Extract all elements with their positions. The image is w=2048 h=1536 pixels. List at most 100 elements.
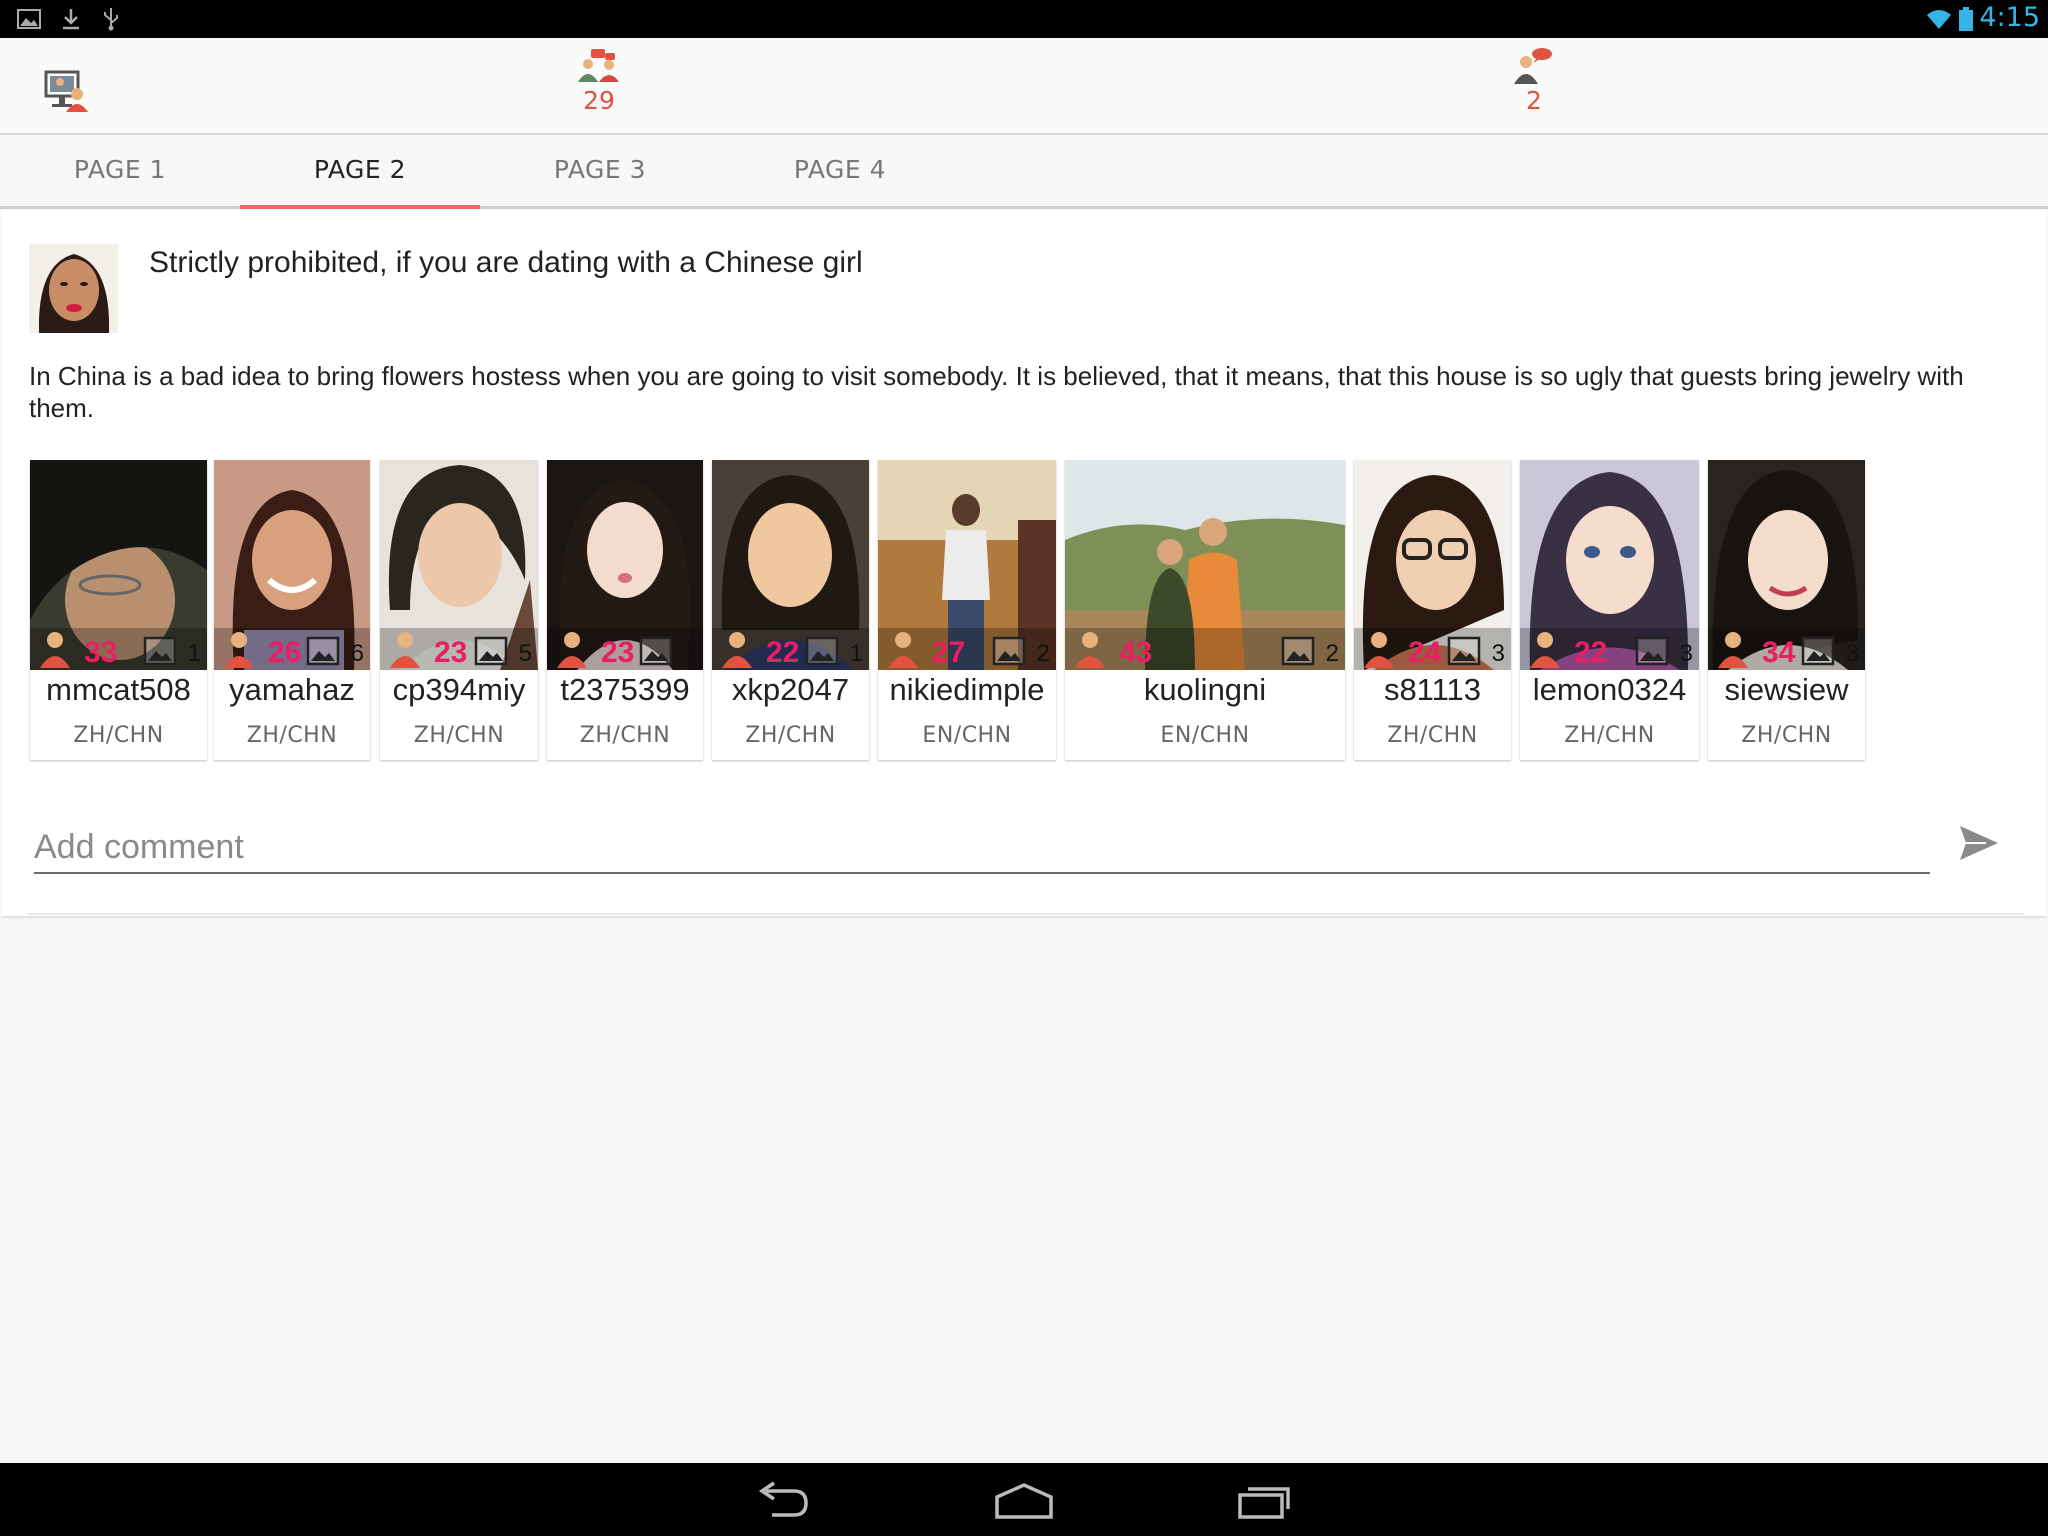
group-chat-count: 29	[583, 86, 615, 115]
battery-icon	[1959, 7, 1973, 31]
user-age: 22	[1574, 636, 1608, 669]
post-body: In China is a bad idea to bring flowers …	[29, 361, 1964, 423]
photo-count-icon	[1801, 636, 1835, 666]
user-stats-bar: 22 1	[712, 628, 869, 670]
age-user-icon	[40, 632, 70, 668]
user-photo-count: 1	[187, 640, 201, 667]
user-card-lemon0324[interactable]: 22 3 lemon0324 ZH/CHN	[1520, 460, 1699, 760]
tab-page-3[interactable]: PAGE 3	[480, 135, 720, 206]
photo-count-icon	[805, 636, 839, 666]
user-name: xkp2047	[731, 672, 850, 707]
user-card-cp394miy[interactable]: 23 5 cp394miy ZH/CHN	[380, 460, 538, 760]
user-language: ZH/CHN	[413, 723, 505, 748]
user-photo-count: 1	[683, 640, 697, 667]
page-tabs: PAGE 1 PAGE 2 PAGE 3 PAGE 4	[0, 135, 2048, 209]
user-stats-bar: 33 1	[30, 628, 207, 670]
user-card-xkp2047[interactable]: 22 1 xkp2047 ZH/CHN	[712, 460, 869, 760]
user-card-mmcat508[interactable]: 33 1 mmcat508 ZH/CHN	[30, 460, 207, 760]
send-comment-button[interactable]	[1956, 820, 2002, 866]
messages-count: 2	[1526, 86, 1542, 115]
post-author-avatar[interactable]	[29, 244, 118, 333]
user-name: cp394miy	[392, 672, 526, 707]
usb-icon	[104, 8, 118, 31]
user-stats-bar: 27 2	[878, 628, 1056, 670]
message-user-icon	[1514, 48, 1552, 84]
user-age: 22	[766, 636, 800, 669]
user-photo-count: 3	[1845, 640, 1859, 667]
broadcast-users-icon	[44, 70, 88, 112]
user-name: s81113	[1383, 672, 1482, 707]
top-header: 29 2	[0, 38, 2048, 135]
image-icon	[17, 9, 41, 29]
messages-button[interactable]: 2	[1504, 46, 1564, 115]
user-age: 23	[601, 636, 635, 669]
status-time: 4:15	[1979, 2, 2040, 33]
user-name: yamahaz	[229, 672, 355, 707]
age-user-icon	[1364, 632, 1394, 668]
photo-count-icon	[143, 636, 177, 666]
user-language: ZH/CHN	[1564, 723, 1655, 748]
user-age: 27	[932, 636, 966, 669]
post-card: Strictly prohibited, if you are dating w…	[2, 210, 2046, 918]
back-icon[interactable]	[750, 1481, 812, 1521]
tab-page-4[interactable]: PAGE 4	[720, 135, 960, 206]
wifi-icon	[1927, 10, 1951, 29]
tab-page-2[interactable]: PAGE 2	[240, 135, 480, 209]
user-stats-bar: 22 3	[1520, 628, 1699, 670]
user-stats-bar: 34 3	[1708, 628, 1865, 670]
photo-count-icon	[639, 636, 673, 666]
tab-page-1[interactable]: PAGE 1	[0, 135, 240, 206]
user-age: 26	[268, 636, 302, 669]
user-photo-count: 1	[849, 640, 863, 667]
user-card-nikiedimple[interactable]: 27 2 nikiedimple EN/CHN	[878, 460, 1056, 760]
photo-count-icon	[306, 636, 340, 666]
home-icon[interactable]	[993, 1481, 1055, 1521]
age-user-icon	[1718, 632, 1748, 668]
user-stats-bar: 23 1	[547, 628, 703, 670]
age-user-icon	[888, 632, 918, 668]
user-age: 34	[1762, 636, 1796, 669]
age-user-icon	[390, 632, 420, 668]
age-user-icon	[722, 632, 752, 668]
user-name: siewsiew	[1724, 672, 1849, 707]
recents-icon[interactable]	[1236, 1481, 1298, 1521]
navigation-bar	[0, 1463, 2048, 1536]
user-photo-count: 2	[1325, 640, 1339, 667]
user-age: 33	[84, 636, 118, 669]
user-card-t2375399[interactable]: 23 1 t2375399 ZH/CHN	[547, 460, 703, 760]
photo-count-icon	[474, 636, 508, 666]
user-card-kuolingni[interactable]: 43 2 kuolingni EN/CHN	[1065, 460, 1345, 760]
age-user-icon	[1075, 632, 1105, 668]
photo-count-icon	[1635, 636, 1669, 666]
user-language: ZH/CHN	[745, 723, 836, 748]
download-icon	[63, 9, 79, 30]
photo-count-icon	[1447, 636, 1481, 666]
user-photo-count: 6	[350, 640, 364, 667]
user-card-siewsiew[interactable]: 34 3 siewsiew ZH/CHN	[1708, 460, 1865, 760]
status-bar: 4:15	[0, 0, 2048, 38]
post-title: Strictly prohibited, if you are dating w…	[149, 246, 863, 279]
user-name: lemon0324	[1532, 672, 1687, 707]
card-divider	[28, 913, 2024, 915]
user-age: 23	[434, 636, 468, 669]
send-icon	[1960, 826, 1998, 860]
photo-count-icon	[1281, 636, 1315, 666]
age-user-icon	[1530, 632, 1560, 668]
user-stats-bar: 24 3	[1354, 628, 1511, 670]
age-user-icon	[224, 632, 254, 668]
broadcast-users-button[interactable]	[40, 64, 92, 116]
user-card-s81113[interactable]: 24 3 s81113 ZH/CHN	[1354, 460, 1511, 760]
user-name: t2375399	[560, 672, 690, 707]
user-language: ZH/CHN	[579, 723, 671, 748]
user-stats-bar: 43 2	[1065, 628, 1345, 670]
user-card-yamahaz[interactable]: 26 6 yamahaz ZH/CHN	[214, 460, 370, 760]
user-language: EN/CHN	[1160, 723, 1250, 748]
user-language: ZH/CHN	[1741, 723, 1832, 748]
group-chat-button[interactable]: 29	[569, 48, 629, 115]
user-photo-count: 2	[1036, 640, 1050, 667]
user-name: mmcat508	[46, 672, 191, 707]
user-name: nikiedimple	[889, 672, 1045, 707]
user-language: EN/CHN	[922, 723, 1012, 748]
user-language: ZH/CHN	[1387, 723, 1478, 748]
comment-input[interactable]	[34, 822, 1930, 874]
